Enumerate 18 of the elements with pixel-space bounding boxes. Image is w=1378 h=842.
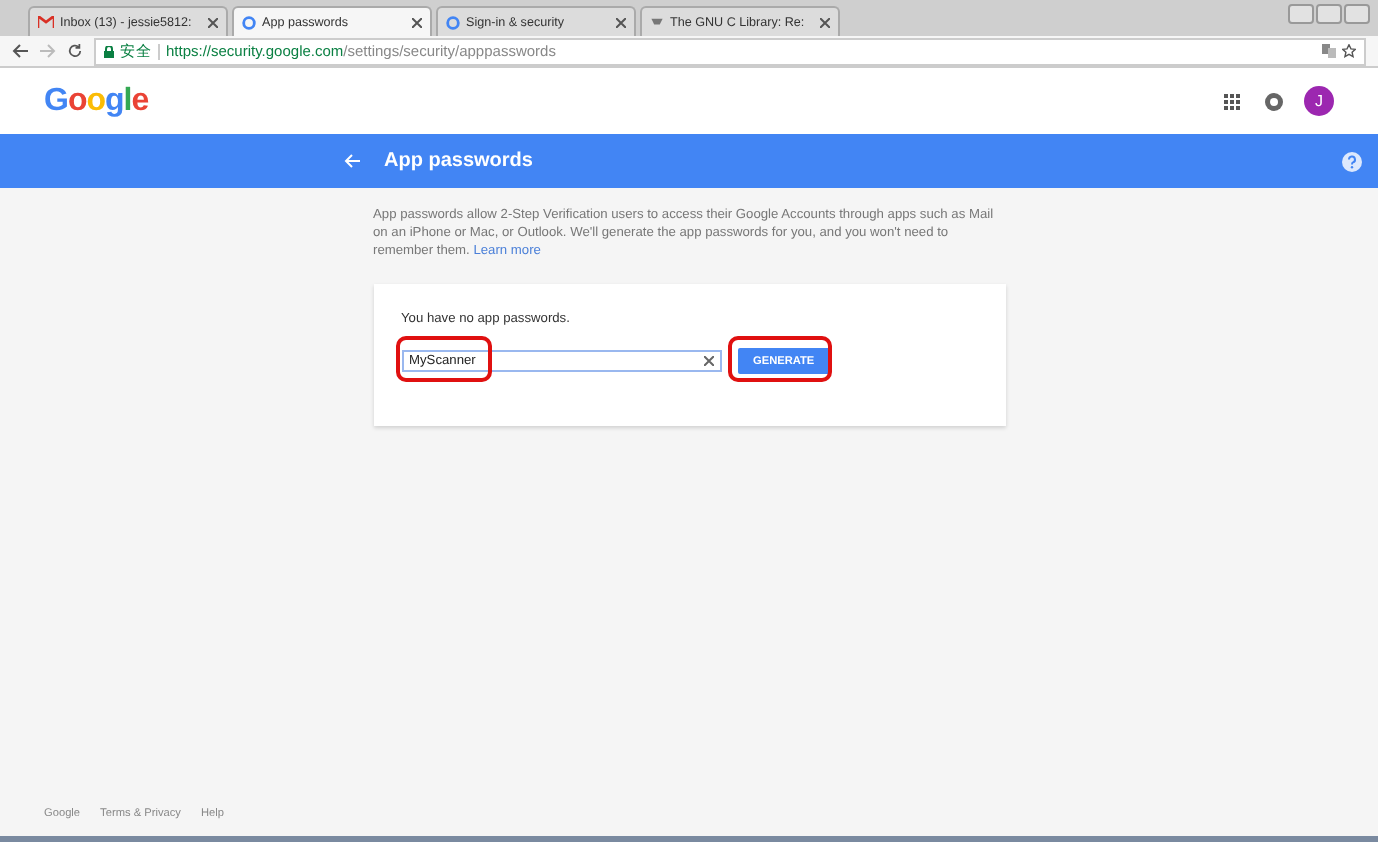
- close-icon[interactable]: [412, 17, 422, 27]
- mail-icon: [38, 16, 54, 28]
- lock-icon: [104, 45, 114, 57]
- star-icon[interactable]: [1342, 44, 1356, 58]
- avatar[interactable]: J: [1304, 86, 1334, 116]
- google-logo: Google: [44, 83, 149, 119]
- page-title: App passwords: [384, 150, 533, 172]
- reload-icon[interactable]: [68, 44, 82, 58]
- close-icon[interactable]: [616, 17, 626, 27]
- help-icon[interactable]: [1342, 151, 1362, 171]
- apps-grid-icon[interactable]: [1224, 93, 1240, 109]
- close-icon[interactable]: [820, 17, 830, 27]
- notification-icon[interactable]: [1264, 91, 1284, 111]
- clear-icon[interactable]: [703, 356, 713, 366]
- back-icon[interactable]: [12, 44, 28, 58]
- translate-icon[interactable]: [1322, 44, 1336, 58]
- back-arrow-icon[interactable]: [344, 154, 360, 168]
- close-icon[interactable]: [208, 17, 218, 27]
